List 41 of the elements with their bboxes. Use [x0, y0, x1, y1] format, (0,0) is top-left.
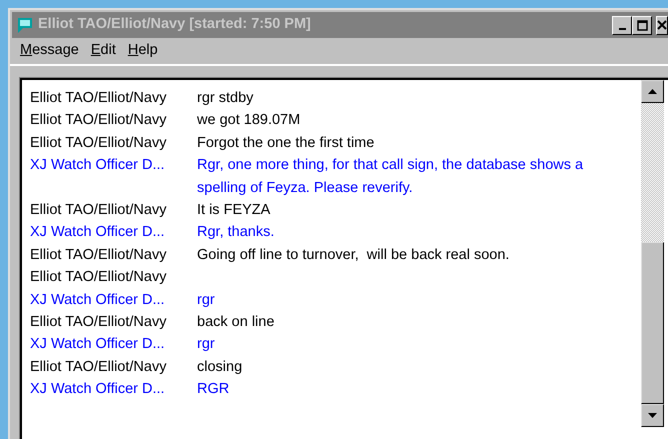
- message-sender: Elliot TAO/Elliot/Navy: [30, 246, 168, 265]
- message-sender: Elliot TAO/Elliot/Navy: [30, 111, 168, 130]
- window-title: Elliot TAO/Elliot/Navy [started: 7:50 PM]: [38, 15, 311, 34]
- close-button[interactable]: [656, 16, 668, 34]
- message-text: we got 189.07M: [197, 111, 302, 130]
- message-sender: XJ Watch Officer D...: [30, 380, 166, 400]
- message-text: back on line: [197, 313, 276, 332]
- menu-item[interactable]: Edit: [84, 40, 122, 62]
- message-sender: XJ Watch Officer D...: [30, 223, 166, 242]
- message-text: rgr stdby: [197, 89, 254, 108]
- message-text: Rgr, one more thing, for that call sign, the database shows a spelling of Feyza. Please reverify.: [197, 156, 584, 198]
- message-text: Rgr, thanks.: [197, 223, 276, 242]
- message-text: Forgot the one the first time: [197, 134, 376, 153]
- message-sender: Elliot TAO/Elliot/Navy: [30, 89, 168, 108]
- maximize-icon: [636, 20, 648, 30]
- up-arrow-icon: [648, 89, 657, 94]
- message-sender: XJ Watch Officer D...: [30, 335, 166, 354]
- message-text: RGR: [197, 380, 230, 400]
- minimize-button[interactable]: [612, 16, 632, 34]
- message-sender: XJ Watch Officer D...: [30, 290, 166, 310]
- speech-bubble-icon: [16, 16, 34, 34]
- minimize-icon: [618, 28, 626, 30]
- scrollbar-thumb[interactable]: [641, 242, 664, 404]
- menu-item[interactable]: Message: [14, 40, 85, 62]
- close-icon: [657, 20, 667, 30]
- message-sender: Elliot TAO/Elliot/Navy: [30, 268, 168, 288]
- message-sender: Elliot TAO/Elliot/Navy: [30, 358, 168, 377]
- menu-item[interactable]: Help: [122, 40, 164, 62]
- down-arrow-icon: [648, 413, 657, 418]
- message-text: rgr: [197, 335, 216, 354]
- scroll-up-button[interactable]: [641, 80, 664, 103]
- message-text: rgr: [197, 290, 216, 310]
- message-text: It is FEYZA: [197, 201, 272, 220]
- message-sender: Elliot TAO/Elliot/Navy: [30, 313, 168, 332]
- message-sender: Elliot TAO/Elliot/Navy: [30, 134, 168, 153]
- message-text: Going off line to turnover, will be back real soon.: [197, 246, 510, 265]
- maximize-button[interactable]: [632, 16, 652, 34]
- scroll-down-button[interactable]: [641, 404, 664, 427]
- message-text: closing: [197, 358, 244, 377]
- message-sender: XJ Watch Officer D...: [30, 156, 166, 176]
- message-sender: Elliot TAO/Elliot/Navy: [30, 201, 168, 220]
